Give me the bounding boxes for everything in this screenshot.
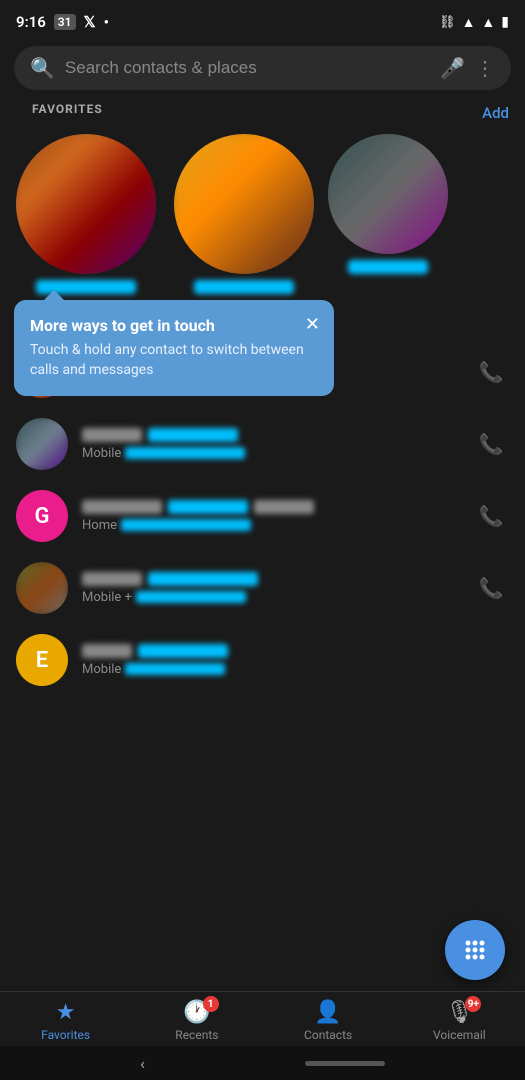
links-icon: ⛓ [439,15,456,30]
favorite-avatar-2 [174,134,314,274]
contact-info-4: Mobile + [82,572,459,605]
home-indicator[interactable] [305,1061,385,1066]
favorite-item-2[interactable] [170,134,318,294]
call-button-3[interactable]: 📞 [473,498,509,534]
contact-name-blur-4a [82,572,142,586]
contact-type-3: Home [82,518,459,533]
nav-item-favorites[interactable]: ★ Favorites [0,1000,131,1042]
contact-avatar-img-2 [16,418,68,470]
contact-name-blur-2a [82,428,142,442]
tooltip-title: More ways to get in touch [30,316,318,335]
favorite-item-3[interactable] [328,134,448,294]
tooltip-body: Touch & hold any contact to switch betwe… [30,341,318,380]
contact-item-2[interactable]: Mobile 📞 [0,408,525,480]
voicemail-badge-wrapper: 🎙 9+ [445,1000,473,1025]
favorite-avatar-3 [328,134,448,254]
contact-call-type-2: Mobile [82,446,121,461]
contact-name-blur-3b [168,500,248,514]
recents-nav-label: Recents [175,1028,218,1042]
favorites-label: FAVORITES [16,102,119,124]
nav-item-voicemail[interactable]: 🎙 9+ Voicemail [394,1000,525,1042]
twitter-icon: 𝕏 [84,13,96,31]
back-button[interactable]: ‹ [140,1054,145,1073]
dot-indicator: • [104,13,109,31]
voicemail-badge: 9+ [465,996,481,1012]
contact-name-blur-5b [138,644,228,658]
favorite-avatar-1 [16,134,156,274]
contact-item-4[interactable]: Mobile + 📞 [0,552,525,624]
call-button-2[interactable]: 📞 [473,426,509,462]
contact-avatar-4 [16,562,68,614]
contact-info-5: Mobile [82,644,509,677]
search-bar[interactable]: 🔍 🎤 ⋮ [14,46,511,90]
status-time: 9:16 [16,13,46,31]
contact-avatar-letter-e: E [16,634,68,686]
contact-avatar-2 [16,418,68,470]
recents-badge: 1 [203,996,219,1012]
signal-icon: ▲ [481,14,495,31]
contact-phone-blur-2 [125,447,245,459]
search-input[interactable] [65,58,430,78]
voicemail-nav-label: Voicemail [433,1028,486,1042]
contact-name-row-5 [82,644,509,658]
nav-item-recents[interactable]: 🕐 1 Recents [131,1000,262,1042]
contact-name-blur-4b [148,572,258,586]
favorites-nav-icon: ★ [56,1000,76,1025]
contact-phone-blur-4 [136,591,246,603]
favorite-name-2 [194,280,294,294]
tooltip-close-button[interactable]: ✕ [305,314,320,335]
contact-name-row-2 [82,428,459,442]
contact-avatar-img-4 [16,562,68,614]
contact-item-3[interactable]: G Home 📞 [0,480,525,552]
system-nav: ‹ [0,1046,525,1080]
contact-name-row-4 [82,572,459,586]
add-favorites-button[interactable]: Add [482,104,509,122]
favorites-header: FAVORITES Add [0,102,525,134]
favorite-item-1[interactable] [12,134,160,294]
wifi-icon: ▲ [462,14,476,31]
avatar-image-2 [174,134,314,274]
contact-call-type-3: Home [82,518,117,533]
contact-item-5[interactable]: E Mobile [0,624,525,696]
dialpad-icon [461,936,489,964]
contact-info-3: Home [82,500,459,533]
contact-name-blur-3c [254,500,314,514]
contacts-nav-icon: 👤 [314,1000,341,1025]
call-button-4[interactable]: 📞 [473,570,509,606]
status-bar: 9:16 31 𝕏 • ⛓ ▲ ▲ ▮ [0,0,525,40]
calendar-icon: 31 [54,14,76,30]
favorites-nav-label: Favorites [41,1028,90,1042]
mic-icon[interactable]: 🎤 [440,56,465,80]
contacts-nav-label: Contacts [304,1028,352,1042]
contact-avatar-5: E [16,634,68,686]
contact-type-5: Mobile [82,662,509,677]
contact-info-2: Mobile [82,428,459,461]
avatar-image-1 [16,134,156,274]
contact-phone-blur-3 [121,519,251,531]
contact-call-type-5: Mobile [82,662,121,677]
status-right-icons: ⛓ ▲ ▲ ▮ [439,14,509,31]
contact-name-blur-2b [148,428,238,442]
dialpad-fab[interactable] [445,920,505,980]
battery-icon: ▮ [501,14,509,30]
contact-type-2: Mobile [82,446,459,461]
bottom-nav: ★ Favorites 🕐 1 Recents 👤 Contacts 🎙 9+ … [0,991,525,1046]
contact-phone-blur-5 [125,663,225,675]
nav-item-contacts[interactable]: 👤 Contacts [263,1000,394,1042]
favorites-row [0,134,525,310]
contact-name-blur-3a [82,500,162,514]
contact-type-4: Mobile + [82,590,459,605]
contact-name-blur-5a [82,644,132,658]
search-icon: 🔍 [30,56,55,80]
contact-call-type-4: Mobile + [82,590,132,605]
call-button-1[interactable]: 📞 [473,354,509,390]
contact-avatar-3: G [16,490,68,542]
contact-name-row-3 [82,500,459,514]
contact-avatar-letter-g: G [16,490,68,542]
favorite-name-3 [348,260,428,274]
more-options-icon[interactable]: ⋮ [475,56,495,80]
recents-badge-wrapper: 🕐 1 [183,1000,210,1025]
avatar-image-3 [328,134,448,254]
tooltip: More ways to get in touch Touch & hold a… [14,300,334,396]
